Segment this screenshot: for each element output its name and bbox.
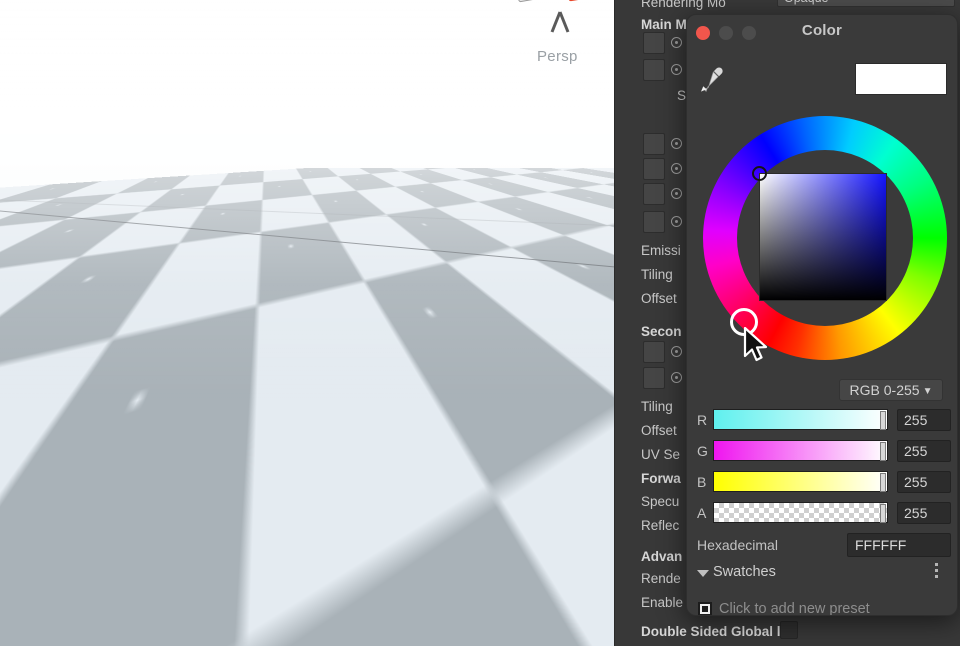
color-window-titlebar[interactable]: Color	[687, 15, 957, 47]
channel-label: G	[697, 443, 708, 459]
color-mode-label: RGB 0-255	[850, 382, 920, 398]
overflow-menu-icon[interactable]	[929, 563, 943, 583]
texture-sub-label: S	[677, 88, 686, 103]
r-value-field[interactable]: 255	[897, 409, 951, 431]
inspector-row-label: UV Se	[615, 447, 680, 462]
inspector-row-label: Enable	[615, 595, 683, 610]
saturation-value-marker[interactable]	[752, 166, 767, 181]
eyedropper-icon[interactable]	[697, 65, 725, 95]
g-value-field[interactable]: 255	[897, 440, 951, 462]
color-window-title: Color	[687, 22, 957, 39]
texture-picker-icon[interactable]	[671, 163, 682, 174]
chevron-down-icon[interactable]	[697, 570, 709, 577]
channel-row-g[interactable]: G 255	[687, 440, 958, 464]
texture-picker-icon[interactable]	[671, 64, 682, 75]
chevron-down-icon: ▼	[923, 382, 933, 402]
inspector-row-label: Advan	[615, 549, 682, 564]
inspector-row-label: Rende	[615, 571, 681, 586]
inspector-row-label: Offset	[615, 423, 677, 438]
r-slider[interactable]	[713, 409, 888, 430]
inspector-row-label: Tiling	[615, 267, 673, 282]
texture-slot[interactable]	[643, 183, 665, 205]
viewport-projection-label: Persp	[537, 48, 578, 65]
inspector-row-label: Reflec	[615, 518, 679, 533]
add-preset-label[interactable]: Click to add new preset	[719, 601, 870, 616]
slider-handle[interactable]	[880, 442, 886, 461]
channel-label: R	[697, 412, 707, 428]
inspector-row-label: Double Sided Global l	[615, 624, 781, 639]
channel-label: B	[697, 474, 706, 490]
slider-handle[interactable]	[880, 411, 886, 430]
channel-row-a[interactable]: A 255	[687, 502, 958, 526]
texture-slot[interactable]	[643, 341, 665, 363]
color-mode-dropdown[interactable]: RGB 0-255 ▼	[839, 379, 943, 401]
inspector-row-label: Forwa	[615, 471, 681, 486]
texture-slot[interactable]	[643, 158, 665, 180]
swatches-title[interactable]: Swatches	[713, 564, 776, 580]
g-slider[interactable]	[713, 440, 888, 461]
texture-picker-icon[interactable]	[671, 372, 682, 383]
scene-floor	[0, 168, 614, 646]
inspector-row-label: Tiling	[615, 399, 673, 414]
slider-handle[interactable]	[880, 473, 886, 492]
hexadecimal-label: Hexadecimal	[697, 537, 778, 553]
scene-viewport[interactable]: Persp	[0, 0, 614, 646]
inspector-row-label: Rendering Mo	[615, 0, 726, 10]
inspector-row-label: Secon	[615, 324, 682, 339]
a-value-field[interactable]: 255	[897, 502, 951, 524]
add-preset-swatch-icon[interactable]	[698, 602, 712, 616]
texture-picker-icon[interactable]	[671, 346, 682, 357]
app-root: Persp Opaque Rendering Mo Main M Emissi …	[0, 0, 960, 646]
channel-row-b[interactable]: B 255	[687, 471, 958, 495]
color-wheel-area[interactable]	[687, 111, 958, 391]
texture-picker-icon[interactable]	[671, 138, 682, 149]
texture-picker-icon[interactable]	[671, 216, 682, 227]
mouse-cursor	[743, 327, 771, 367]
b-value-field[interactable]: 255	[897, 471, 951, 493]
inspector-row-label: Main M	[615, 17, 687, 32]
texture-picker-icon[interactable]	[671, 188, 682, 199]
channel-label: A	[697, 505, 706, 521]
texture-slot[interactable]	[643, 211, 665, 233]
b-slider[interactable]	[713, 471, 888, 492]
channel-row-r[interactable]: R 255	[687, 409, 958, 433]
slider-handle[interactable]	[880, 504, 886, 523]
a-slider[interactable]	[713, 502, 888, 523]
inspector-row-label: Emissi	[615, 243, 681, 258]
hexadecimal-field[interactable]: FFFFFF	[847, 533, 951, 557]
texture-slot[interactable]	[643, 367, 665, 389]
scene-orientation-gizmo[interactable]	[512, 0, 608, 38]
inspector-row-label: Offset	[615, 291, 677, 306]
texture-slot[interactable]	[643, 32, 665, 54]
texture-slot[interactable]	[643, 133, 665, 155]
texture-slot[interactable]	[643, 59, 665, 81]
texture-picker-icon[interactable]	[671, 37, 682, 48]
saturation-value-square[interactable]	[759, 173, 887, 301]
double-sided-gi-checkbox[interactable]	[780, 621, 798, 639]
inspector-row-label: Specu	[615, 494, 679, 509]
color-picker-window[interactable]: Color RGB 0-255 ▼ R 255 G 255 B 255 A 25…	[686, 14, 958, 616]
color-preview-swatch[interactable]	[855, 63, 947, 95]
